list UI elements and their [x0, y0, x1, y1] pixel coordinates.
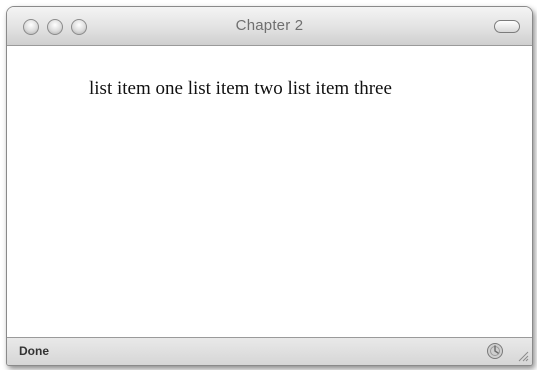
- list-item: list item one: [89, 78, 183, 99]
- status-text: Done: [19, 344, 49, 358]
- list-item: list item two: [187, 78, 283, 99]
- page-content: list item one list item two list item th…: [7, 46, 532, 337]
- item-list: list item one list item two list item th…: [89, 78, 392, 100]
- resize-grip-icon[interactable]: [515, 348, 529, 362]
- status-bar: Done: [7, 337, 532, 365]
- lock-status-icon[interactable]: [486, 342, 504, 360]
- list-item: list item three: [287, 78, 392, 99]
- title-bar[interactable]: Chapter 2: [7, 7, 532, 46]
- window-title: Chapter 2: [235, 17, 304, 34]
- toolbar-toggle-button[interactable]: [494, 20, 520, 33]
- browser-window: Chapter 2 list item one list item two li…: [6, 6, 533, 366]
